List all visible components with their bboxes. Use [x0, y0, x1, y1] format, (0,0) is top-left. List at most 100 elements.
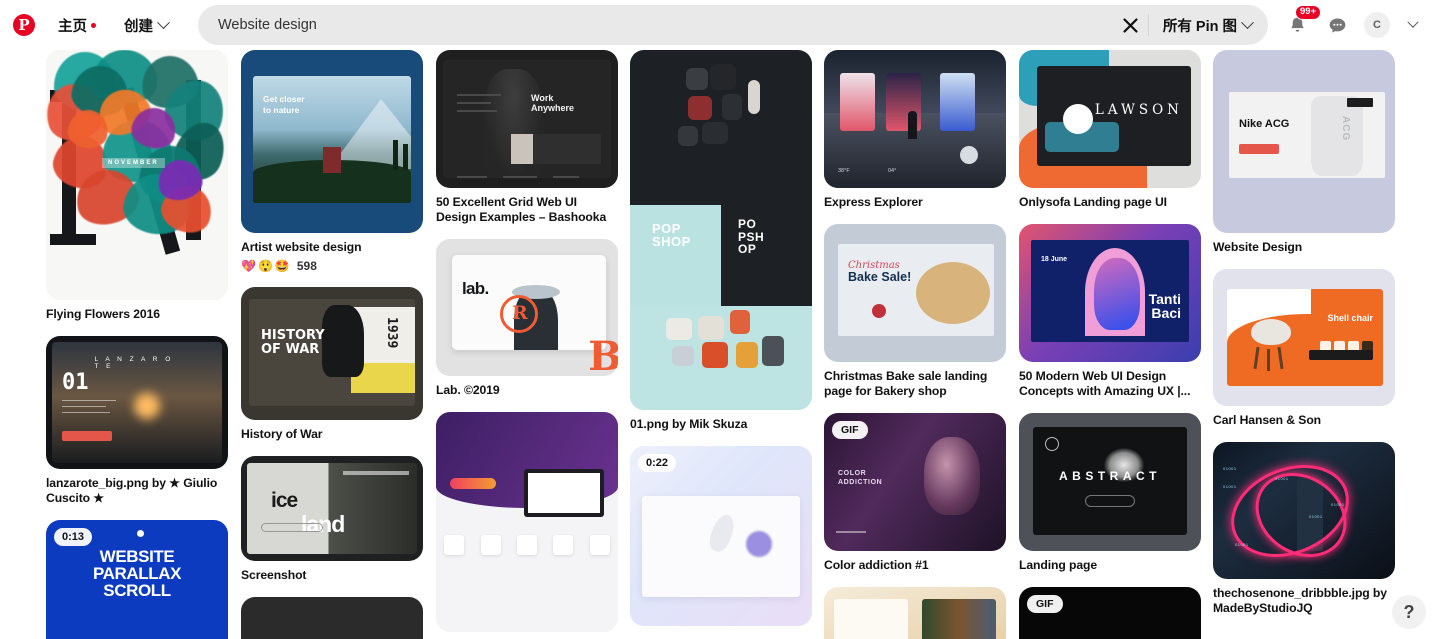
chevron-down-icon [1241, 15, 1254, 29]
pin-title[interactable]: thechosenone_dribbble.jpg by MadeByStudi… [1213, 586, 1395, 616]
pin-image[interactable]: Shell chair [1213, 268, 1395, 406]
pin-column: LAWSON Onlysofa Landing page UI 18 June Ta… [1019, 50, 1201, 639]
pin-image[interactable]: Work Anywhere [436, 50, 618, 188]
pin-image[interactable]: COLOR ADDICTION GIF [824, 412, 1006, 551]
pin-card[interactable]: Shell chair Carl Hansen & Son [1213, 268, 1395, 428]
nav-create-button[interactable]: 创建 [112, 7, 180, 43]
pin-image[interactable]: NOVEMBER [46, 50, 228, 300]
pin-column: Nike ACG ACG Website Design Shell chair C… [1213, 50, 1395, 630]
pin-card[interactable]: 18 June Tanti Baci 50 Modern Web UI Design… [1019, 223, 1201, 399]
pin-card[interactable]: 01001 01001 01001 01001 01001 01001 thechoseno… [1213, 441, 1395, 616]
pin-image[interactable] [824, 586, 1006, 639]
pin-card[interactable] [436, 411, 618, 632]
pin-image[interactable]: 0:22 [630, 445, 812, 626]
pin-card[interactable]: 0:22 [630, 445, 812, 626]
help-button[interactable]: ? [1392, 595, 1426, 629]
pin-column: 38°F 04° Express Explorer Christmas Bake S… [824, 50, 1006, 639]
pin-scope-filter-button[interactable]: 所有 Pin 图 [1149, 7, 1262, 43]
pin-card[interactable]: WEBSITE PARALLAX SCROLL 0:13 [46, 519, 228, 639]
pin-card[interactable]: HISTORY OF WAR 1939 History of War [241, 286, 423, 442]
pin-title[interactable]: Christmas Bake sale landing page for Bak… [824, 369, 1006, 399]
pin-card[interactable] [241, 596, 423, 639]
pin-card[interactable]: Work Anywhere 50 Excellent Grid Web UI Des… [436, 50, 618, 225]
pin-image[interactable]: GIF [1019, 586, 1201, 639]
pin-title[interactable]: Express Explorer [824, 195, 1006, 210]
pin-title[interactable]: Website Design [1213, 240, 1395, 255]
reaction-count: 598 [296, 258, 317, 273]
pin-card[interactable]: lab. R B Lab. ©2019 [436, 238, 618, 398]
pin-results-grid: Nike ACG ACG Website Design Shell chair C… [0, 50, 1440, 639]
pin-title[interactable]: Onlysofa Landing page UI [1019, 195, 1201, 210]
pin-image[interactable]: Nike ACG ACG [1213, 50, 1395, 233]
search-bar[interactable]: 所有 Pin 图 [198, 5, 1268, 45]
pin-image[interactable]: ABSTRACT [1019, 412, 1201, 551]
pin-column: Get closer to nature Artist website design… [241, 50, 423, 639]
pin-title[interactable]: 50 Excellent Grid Web UI Design Examples… [436, 195, 618, 225]
pin-card[interactable]: POP SHOP PO PSH OP 01.png by Mik Skuza [630, 50, 812, 432]
gif-badge: GIF [832, 420, 868, 439]
pin-card[interactable]: NOVEMBER Flying Flowers 2016 [46, 50, 228, 322]
pin-card[interactable]: Nike ACG ACG Website Design [1213, 50, 1395, 255]
pin-image[interactable]: Get closer to nature [241, 50, 423, 233]
pin-title[interactable]: 50 Modern Web UI Design Concepts with Am… [1019, 369, 1201, 399]
pin-image[interactable]: 38°F 04° [824, 50, 1006, 188]
pin-card[interactable]: GIF [1019, 586, 1201, 639]
pin-card[interactable]: Get closer to nature Artist website design… [241, 50, 423, 273]
messages-button[interactable] [1320, 8, 1354, 42]
pin-title[interactable]: lanzarote_big.png by ★ Giulio Cuscito ★ [46, 476, 228, 506]
pin-image[interactable]: WEBSITE PARALLAX SCROLL 0:13 [46, 519, 228, 639]
pin-card[interactable] [824, 586, 1006, 639]
pin-card[interactable]: Christmas Bake Sale! Christmas Bake sale … [824, 223, 1006, 399]
pin-card[interactable]: ABSTRACT Landing page [1019, 412, 1201, 573]
pin-image[interactable]: ice land [241, 455, 423, 561]
notifications-badge: 99+ [1295, 5, 1322, 21]
pin-card[interactable]: 38°F 04° Express Explorer [824, 50, 1006, 210]
pin-reactions: 💖 😲 🤩 598 [241, 259, 423, 273]
pin-title[interactable]: Artist website design [241, 240, 423, 255]
nav-create-label: 创建 [124, 18, 153, 35]
pin-card[interactable]: LAWSON Onlysofa Landing page UI [1019, 50, 1201, 210]
nav-home-label: 主页 [58, 18, 87, 35]
chevron-down-icon [157, 15, 170, 29]
nav-home-button[interactable]: 主页 [46, 7, 108, 43]
pin-image[interactable]: 18 June Tanti Baci [1019, 223, 1201, 362]
top-navigation-bar: P 主页 创建 所有 Pin 图 99+ [0, 0, 1440, 50]
clear-search-button[interactable] [1114, 8, 1148, 42]
pinterest-logo-icon: P [13, 14, 35, 36]
reaction-emoji-icon: 🤩 [274, 258, 290, 273]
pin-image[interactable]: LAWSON [1019, 50, 1201, 188]
pin-column: POP SHOP PO PSH OP 01.png by Mik Skuza 0:22 [630, 50, 812, 639]
pin-card[interactable]: COLOR ADDICTION GIF Color addiction #1 [824, 412, 1006, 573]
pin-title[interactable]: Lab. ©2019 [436, 383, 618, 398]
pin-image[interactable]: lab. RB [436, 238, 618, 376]
pin-card[interactable]: L A N Z A R O T E 01 lanzarote_big.png by… [46, 335, 228, 506]
chevron-down-icon [1407, 16, 1419, 28]
pin-image[interactable]: POP SHOP PO PSH OP [630, 50, 812, 410]
pin-image[interactable]: L A N Z A R O T E 01 [46, 335, 228, 469]
search-input[interactable] [216, 16, 1114, 34]
pin-title[interactable]: Landing page [1019, 558, 1201, 573]
gif-badge: GIF [1027, 594, 1063, 613]
pin-title[interactable]: Flying Flowers 2016 [46, 307, 228, 322]
pin-image[interactable]: HISTORY OF WAR 1939 [241, 286, 423, 420]
pin-column: Work Anywhere 50 Excellent Grid Web UI Des… [436, 50, 618, 639]
account-menu-button[interactable] [1396, 8, 1430, 42]
reaction-emoji-icon: 💖 [241, 258, 256, 273]
pin-title[interactable]: History of War [241, 427, 423, 442]
notifications-button[interactable]: 99+ [1280, 5, 1322, 42]
video-duration-badge: 0:22 [638, 453, 677, 472]
pinterest-logo-button[interactable]: P [6, 7, 42, 43]
new-indicator-dot [91, 22, 96, 28]
pin-image[interactable]: 01001 01001 01001 01001 01001 01001 [1213, 441, 1395, 579]
pin-title[interactable]: 01.png by Mik Skuza [630, 417, 812, 432]
reaction-emoji-icon: 😲 [257, 258, 273, 273]
pin-card[interactable]: ice land Screenshot [241, 455, 423, 583]
pin-title[interactable]: Color addiction #1 [824, 558, 1006, 573]
pin-title[interactable]: Carl Hansen & Son [1213, 413, 1395, 428]
video-duration-badge: 0:13 [54, 527, 93, 546]
pin-image[interactable]: Christmas Bake Sale! [824, 223, 1006, 362]
pin-image[interactable] [436, 411, 618, 632]
avatar[interactable]: C [1364, 12, 1390, 38]
pin-image[interactable] [241, 596, 423, 639]
pin-title[interactable]: Screenshot [241, 568, 423, 583]
